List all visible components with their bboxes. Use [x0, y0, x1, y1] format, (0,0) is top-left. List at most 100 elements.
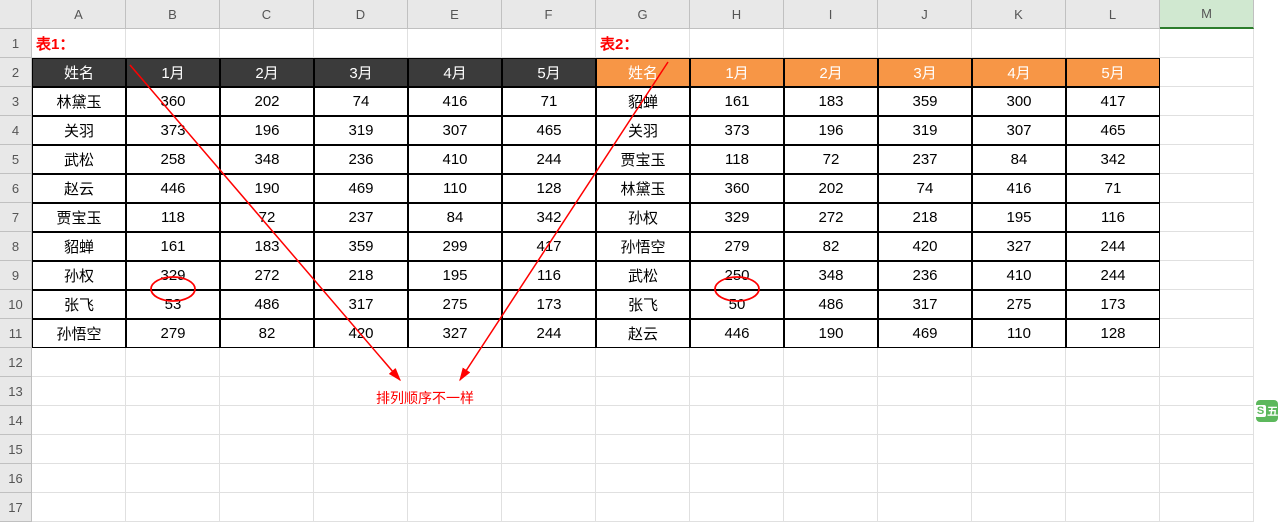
cell-I6[interactable]: 202: [784, 174, 878, 203]
cell-E16[interactable]: [408, 464, 502, 493]
cell-C13[interactable]: [220, 377, 314, 406]
cell-B2[interactable]: 1月: [126, 58, 220, 87]
cell-G7[interactable]: 孙权: [596, 203, 690, 232]
cell-B8[interactable]: 161: [126, 232, 220, 261]
cell-F3[interactable]: 71: [502, 87, 596, 116]
cell-I5[interactable]: 72: [784, 145, 878, 174]
cell-H4[interactable]: 373: [690, 116, 784, 145]
cell-H17[interactable]: [690, 493, 784, 522]
cell-C2[interactable]: 2月: [220, 58, 314, 87]
cell-C3[interactable]: 202: [220, 87, 314, 116]
cell-B11[interactable]: 279: [126, 319, 220, 348]
col-header-J[interactable]: J: [878, 0, 972, 29]
cell-I3[interactable]: 183: [784, 87, 878, 116]
cell-E6[interactable]: 110: [408, 174, 502, 203]
cell-L16[interactable]: [1066, 464, 1160, 493]
cell-C12[interactable]: [220, 348, 314, 377]
cell-J15[interactable]: [878, 435, 972, 464]
col-header-B[interactable]: B: [126, 0, 220, 29]
cell-E10[interactable]: 275: [408, 290, 502, 319]
cell-F2[interactable]: 5月: [502, 58, 596, 87]
cell-M5[interactable]: [1160, 145, 1254, 174]
cell-L13[interactable]: [1066, 377, 1160, 406]
cell-G13[interactable]: [596, 377, 690, 406]
cell-A15[interactable]: [32, 435, 126, 464]
col-header-D[interactable]: D: [314, 0, 408, 29]
cell-H8[interactable]: 279: [690, 232, 784, 261]
cell-D7[interactable]: 237: [314, 203, 408, 232]
cell-J13[interactable]: [878, 377, 972, 406]
cell-B14[interactable]: [126, 406, 220, 435]
cell-C10[interactable]: 486: [220, 290, 314, 319]
cell-B6[interactable]: 446: [126, 174, 220, 203]
cell-L11[interactable]: 128: [1066, 319, 1160, 348]
cell-F8[interactable]: 417: [502, 232, 596, 261]
cell-D11[interactable]: 420: [314, 319, 408, 348]
cell-M10[interactable]: [1160, 290, 1254, 319]
cell-A9[interactable]: 孙权: [32, 261, 126, 290]
cell-E8[interactable]: 299: [408, 232, 502, 261]
cell-I12[interactable]: [784, 348, 878, 377]
cell-B3[interactable]: 360: [126, 87, 220, 116]
cell-D9[interactable]: 218: [314, 261, 408, 290]
col-header-I[interactable]: I: [784, 0, 878, 29]
cell-H11[interactable]: 446: [690, 319, 784, 348]
cell-J4[interactable]: 319: [878, 116, 972, 145]
cell-I17[interactable]: [784, 493, 878, 522]
col-header-C[interactable]: C: [220, 0, 314, 29]
cell-L6[interactable]: 71: [1066, 174, 1160, 203]
cell-A11[interactable]: 孙悟空: [32, 319, 126, 348]
cell-D1[interactable]: [314, 29, 408, 58]
cell-B16[interactable]: [126, 464, 220, 493]
cell-C16[interactable]: [220, 464, 314, 493]
corner-cell[interactable]: [0, 0, 32, 29]
cell-M4[interactable]: [1160, 116, 1254, 145]
row-header-16[interactable]: 16: [0, 464, 32, 493]
cell-I4[interactable]: 196: [784, 116, 878, 145]
cell-B1[interactable]: [126, 29, 220, 58]
cell-K16[interactable]: [972, 464, 1066, 493]
cell-E1[interactable]: [408, 29, 502, 58]
cell-F11[interactable]: 244: [502, 319, 596, 348]
cell-D15[interactable]: [314, 435, 408, 464]
cell-K17[interactable]: [972, 493, 1066, 522]
cell-I11[interactable]: 190: [784, 319, 878, 348]
cell-F9[interactable]: 116: [502, 261, 596, 290]
cell-L17[interactable]: [1066, 493, 1160, 522]
cell-M16[interactable]: [1160, 464, 1254, 493]
row-header-10[interactable]: 10: [0, 290, 32, 319]
cell-K14[interactable]: [972, 406, 1066, 435]
row-header-11[interactable]: 11: [0, 319, 32, 348]
row-header-3[interactable]: 3: [0, 87, 32, 116]
row-header-8[interactable]: 8: [0, 232, 32, 261]
row-header-14[interactable]: 14: [0, 406, 32, 435]
cell-D5[interactable]: 236: [314, 145, 408, 174]
cell-M8[interactable]: [1160, 232, 1254, 261]
cell-A1[interactable]: 表1：: [32, 29, 126, 58]
cell-C15[interactable]: [220, 435, 314, 464]
cell-H12[interactable]: [690, 348, 784, 377]
cell-G2[interactable]: 姓名: [596, 58, 690, 87]
cell-E4[interactable]: 307: [408, 116, 502, 145]
cell-G11[interactable]: 赵云: [596, 319, 690, 348]
cell-G16[interactable]: [596, 464, 690, 493]
col-header-G[interactable]: G: [596, 0, 690, 29]
cell-F12[interactable]: [502, 348, 596, 377]
cell-C9[interactable]: 272: [220, 261, 314, 290]
cell-M7[interactable]: [1160, 203, 1254, 232]
cell-C4[interactable]: 196: [220, 116, 314, 145]
cell-H14[interactable]: [690, 406, 784, 435]
cell-A16[interactable]: [32, 464, 126, 493]
row-header-13[interactable]: 13: [0, 377, 32, 406]
cell-J3[interactable]: 359: [878, 87, 972, 116]
cell-E11[interactable]: 327: [408, 319, 502, 348]
cell-M11[interactable]: [1160, 319, 1254, 348]
cell-I7[interactable]: 272: [784, 203, 878, 232]
cell-E14[interactable]: [408, 406, 502, 435]
cell-A12[interactable]: [32, 348, 126, 377]
cell-A10[interactable]: 张飞: [32, 290, 126, 319]
cell-K12[interactable]: [972, 348, 1066, 377]
cell-F10[interactable]: 173: [502, 290, 596, 319]
col-header-M[interactable]: M: [1160, 0, 1254, 29]
cell-J1[interactable]: [878, 29, 972, 58]
